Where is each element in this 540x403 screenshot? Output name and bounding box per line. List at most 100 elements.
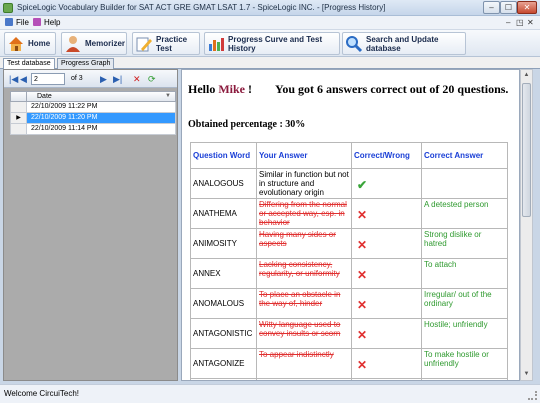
row-selector[interactable] — [11, 102, 27, 112]
result-row: ANATHEMA Differing from the normal or acc… — [190, 198, 508, 229]
row-selector[interactable] — [11, 124, 27, 134]
correct-wrong-cell: ✔ — [351, 378, 422, 380]
current-row-arrow-icon[interactable]: ▶ — [11, 113, 27, 123]
chart-icon — [207, 35, 225, 53]
header-question-word: Question Word — [190, 142, 257, 169]
home-button[interactable]: Home — [4, 32, 56, 55]
score-summary: You got 6 answers correct out of 20 ques… — [275, 82, 509, 96]
correct-answer-cell: Irregular/ out of the ordinary — [421, 288, 508, 319]
progress-history-button[interactable]: Progress Curve and Test History — [204, 32, 340, 55]
toolbar: Home Memorizer Practice Test Progress Cu… — [0, 30, 540, 57]
obtained-percentage: Obtained percentage : 30% — [188, 119, 306, 130]
correct-wrong-cell: ✕ — [351, 288, 422, 319]
grid-header: Date ▼ — [10, 91, 176, 102]
practice-test-button[interactable]: Practice Test — [132, 32, 200, 55]
correct-wrong-cell: ✕ — [351, 198, 422, 229]
header-correct-answer: Correct Answer — [421, 142, 508, 169]
cross-icon: ✕ — [357, 268, 368, 282]
correct-answer-cell — [421, 378, 508, 380]
correct-wrong-cell: ✕ — [351, 228, 422, 259]
tab-strip: Test database Progress Graph — [0, 57, 540, 70]
checkmark-icon: ✔ — [357, 178, 368, 192]
result-view: Hello Mike ! You got 6 answers correct o… — [181, 69, 520, 381]
results-header-row: Question Word Your Answer Correct/Wrong … — [190, 142, 508, 169]
maximize-button[interactable]: ☐ — [500, 1, 517, 14]
move-next-button[interactable]: ▶ — [100, 74, 107, 85]
correct-answer-cell: To attach — [421, 258, 508, 289]
scroll-down-icon[interactable]: ▼ — [521, 369, 532, 380]
binding-navigator: |◀ ◀ of 3 ▶ ▶| ✕ ⟳ — [4, 70, 177, 88]
menu-file[interactable]: File — [5, 18, 29, 27]
help-icon — [33, 18, 41, 26]
close-button[interactable]: ✕ — [517, 1, 537, 14]
memorizer-button[interactable]: Memorizer — [61, 32, 127, 55]
date-cell: 22/10/2009 11:22 PM — [31, 103, 98, 110]
tab-progress-graph[interactable]: Progress Graph — [57, 58, 115, 69]
result-row: ANNEX Lacking consistency, regularity, or… — [190, 258, 508, 289]
person-icon — [64, 35, 82, 53]
record-count: of 3 — [71, 75, 83, 82]
window-title: SpiceLogic Vocabulary Builder for SAT AC… — [17, 3, 386, 12]
your-answer-cell: Lacking consistency, regularity, or unif… — [256, 258, 352, 289]
pencil-icon — [135, 35, 153, 53]
sort-arrow-icon: ▼ — [165, 93, 171, 99]
move-previous-button[interactable]: ◀ — [20, 74, 27, 85]
your-answer-cell: To appear indistinctly — [256, 348, 352, 379]
menu-bar: File Help – ◳ ✕ — [0, 16, 540, 30]
refresh-icon[interactable]: ⟳ — [148, 74, 156, 85]
move-last-button[interactable]: ▶| — [113, 74, 122, 85]
practice-test-button-label: Practice Test — [156, 34, 188, 53]
resize-grip-icon[interactable] — [528, 391, 537, 400]
date-grid: Date ▼ 22/10/2009 11:22 PM ▶ 22/10/2009 … — [10, 91, 176, 135]
status-bar: Welcome CircuiTech! — [0, 384, 540, 403]
question-word-cell: ANOMALOUS — [190, 288, 257, 319]
your-answer-cell: Differing from the normal or accepted wa… — [256, 198, 352, 229]
question-word-cell: ANTAGONIZE — [190, 348, 257, 379]
column-header-date[interactable]: Date — [37, 93, 52, 100]
result-row: ANIMOSITY Having many sides or aspects ✕ St… — [190, 228, 508, 259]
date-cell: 22/10/2009 11:20 PM — [31, 114, 98, 121]
cross-icon: ✕ — [357, 238, 368, 252]
mdi-minimize-button[interactable]: – — [506, 18, 510, 27]
mdi-restore-button[interactable]: ◳ — [516, 18, 524, 27]
your-answer-cell: Similar in function but not in structure… — [256, 168, 352, 199]
menu-help[interactable]: Help — [33, 18, 60, 27]
user-name: Mike — [218, 82, 245, 96]
correct-wrong-cell: ✕ — [351, 258, 422, 289]
home-button-label: Home — [28, 39, 51, 48]
menu-help-label: Help — [44, 18, 61, 27]
question-word-cell: ANNEX — [190, 258, 257, 289]
search-icon — [345, 35, 363, 53]
move-first-button[interactable]: |◀ — [9, 74, 18, 85]
position-input[interactable] — [31, 73, 65, 85]
date-cell: 22/10/2009 11:14 PM — [31, 125, 98, 132]
correct-wrong-cell: ✔ — [351, 168, 422, 199]
test-database-panel: |◀ ◀ of 3 ▶ ▶| ✕ ⟳ Date ▼ 22/10/2009 11:… — [3, 69, 178, 381]
greeting-bang: ! — [248, 82, 252, 96]
correct-wrong-cell: ✕ — [351, 318, 422, 349]
greeting: Hello Mike ! — [188, 82, 252, 97]
correct-answer-cell: Hostile; unfriendly — [421, 318, 508, 349]
result-row: ANTAGONISTIC Witty language used to conve… — [190, 318, 508, 349]
search-update-button[interactable]: Search and Update database — [342, 32, 466, 55]
cross-icon: ✕ — [357, 358, 368, 372]
app-icon — [3, 3, 13, 13]
table-row[interactable]: 22/10/2009 11:14 PM — [10, 124, 176, 135]
cross-icon: ✕ — [357, 298, 368, 312]
table-row-selected[interactable]: ▶ 22/10/2009 11:20 PM — [10, 113, 176, 124]
scroll-thumb[interactable] — [522, 83, 531, 217]
vertical-scrollbar[interactable]: ▲ ▼ — [520, 69, 533, 381]
delete-icon[interactable]: ✕ — [133, 74, 141, 85]
question-word-cell: ANALOGOUS — [190, 168, 257, 199]
minimize-button[interactable]: – — [483, 1, 500, 14]
table-row[interactable]: 22/10/2009 11:22 PM — [10, 102, 176, 113]
correct-wrong-cell: ✕ — [351, 348, 422, 379]
mdi-close-button[interactable]: ✕ — [527, 18, 534, 27]
header-correct-wrong: Correct/Wrong — [351, 142, 422, 169]
cross-icon: ✕ — [357, 328, 368, 342]
file-icon — [5, 18, 13, 26]
result-row: ANOMALOUS To place an obstacle in the way… — [190, 288, 508, 319]
scroll-up-icon[interactable]: ▲ — [521, 70, 532, 81]
question-word-cell: ANIMOSITY — [190, 228, 257, 259]
result-row: ANTEDATETo be of older date✔ — [190, 378, 508, 380]
